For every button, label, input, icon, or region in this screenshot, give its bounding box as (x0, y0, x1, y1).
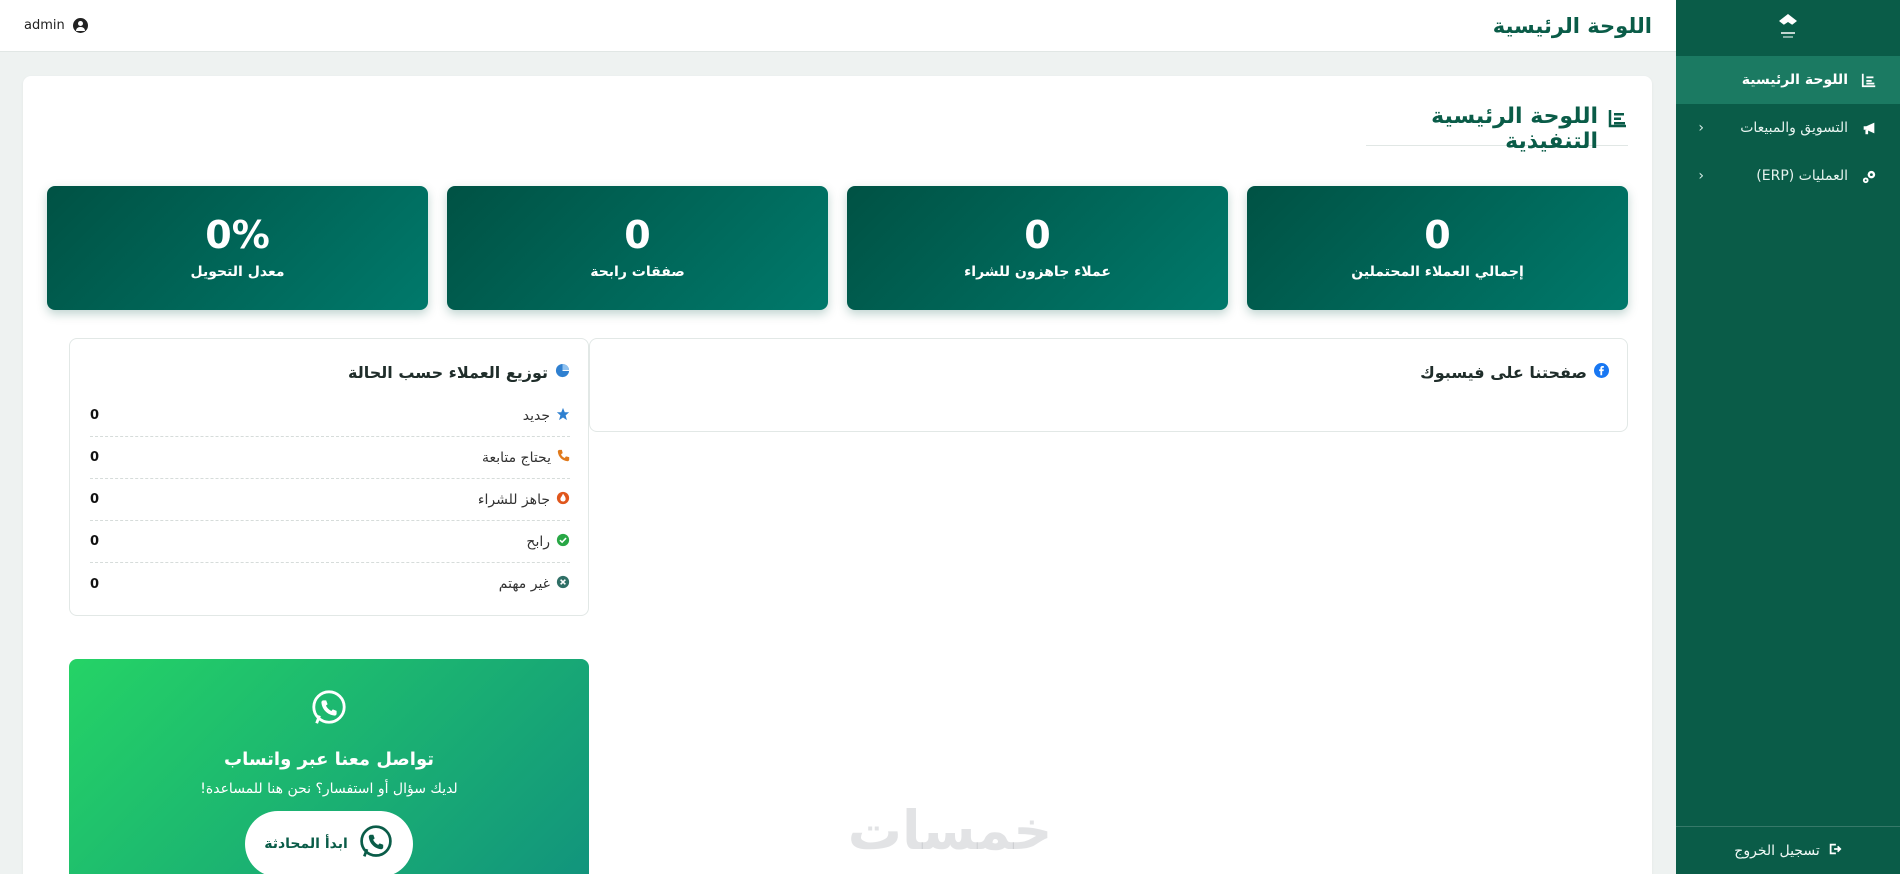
sidebar: اللوحة الرئيسية التسويق والمبيعات ‹ العم… (1676, 0, 1900, 874)
section-title: اللوحة الرئيسية التنفيذية (1431, 104, 1598, 154)
sidebar-item-marketing[interactable]: التسويق والمبيعات ‹ (1676, 104, 1900, 152)
stat-label: إجمالي العملاء المحتملين (1351, 264, 1524, 280)
whatsapp-card: تواصل معنا عبر واتساب لديك سؤال أو استفس… (69, 659, 589, 874)
topbar: اللوحة الرئيسية admin (0, 0, 1676, 52)
section-header: اللوحة الرئيسية التنفيذية (1366, 104, 1628, 154)
facebook-card-title: صفحتنا على فيسبوك (1420, 363, 1609, 382)
stat-card-ready-to-buy: 0 عملاء جاهزون للشراء (847, 186, 1228, 310)
stat-label: معدل التحويل (190, 264, 285, 280)
fire-icon (556, 491, 570, 509)
username: admin (24, 18, 65, 33)
stat-card-conversion-rate: 0% معدل التحويل (47, 186, 428, 310)
logout-button[interactable]: تسجيل الخروج (1676, 826, 1900, 874)
stat-card-won-deals: 0 صفقات رابحة (447, 186, 828, 310)
star-icon (556, 407, 570, 425)
status-count: 0 (90, 576, 100, 592)
stat-value: 0 (624, 213, 651, 257)
whatsapp-icon (358, 824, 394, 864)
check-circle-icon (556, 533, 570, 551)
logout-label: تسجيل الخروج (1734, 842, 1820, 859)
user-circle-icon (72, 18, 88, 33)
sidebar-item-label: التسويق والمبيعات (1740, 120, 1848, 136)
status-count: 0 (90, 534, 100, 549)
whatsapp-title: تواصل معنا عبر واتساب (223, 749, 434, 770)
stat-value: 0% (205, 213, 270, 257)
list-item: غير مهتم 0 (90, 563, 570, 605)
chart-icon (1608, 108, 1628, 132)
user-menu[interactable]: admin (24, 18, 88, 33)
distribution-card-title: توزيع العملاء حسب الحالة (348, 363, 570, 382)
stat-label: عملاء جاهزون للشراء (964, 264, 1111, 280)
sidebar-item-label: اللوحة الرئيسية (1741, 72, 1848, 88)
brand-logo[interactable] (1676, 0, 1900, 56)
whatsapp-subtitle: لديك سؤال أو استفسار؟ نحن هنا للمساعدة! (200, 781, 458, 797)
logo-icon (1779, 14, 1797, 38)
whatsapp-icon (310, 689, 348, 731)
start-chat-label: ابدأ المحادثة (264, 836, 348, 852)
stat-value: 0 (1024, 213, 1051, 257)
megaphone-icon (1860, 119, 1878, 137)
distribution-list: جديد 0 يحتاج متابعة 0 جاهز للشراء 0 رابح… (90, 395, 570, 605)
status-distribution-card: توزيع العملاء حسب الحالة جديد 0 يحتاج مت… (69, 338, 589, 616)
main-panel: اللوحة الرئيسية التنفيذية 0 إجمالي العمل… (23, 76, 1652, 874)
list-item: جديد 0 (90, 395, 570, 437)
gears-icon (1860, 167, 1878, 185)
list-item: جاهز للشراء 0 (90, 479, 570, 521)
x-circle-icon (556, 575, 570, 593)
sidebar-item-erp[interactable]: العمليات (ERP) ‹ (1676, 152, 1900, 200)
facebook-icon (1594, 363, 1609, 382)
facebook-card: صفحتنا على فيسبوك (589, 338, 1628, 432)
stat-label: صفقات رابحة (590, 264, 685, 280)
chevron-left-icon: ‹ (1698, 120, 1704, 136)
status-count: 0 (90, 450, 100, 465)
logout-icon (1828, 842, 1842, 860)
list-item: يحتاج متابعة 0 (90, 437, 570, 479)
list-item: رابح 0 (90, 521, 570, 563)
watermark-logo: خمسات (847, 798, 1053, 862)
chart-icon (1860, 71, 1878, 89)
sidebar-item-dashboard[interactable]: اللوحة الرئيسية (1676, 56, 1900, 104)
pie-chart-icon (555, 363, 570, 382)
stat-value: 0 (1424, 213, 1451, 257)
chevron-left-icon: ‹ (1698, 168, 1704, 184)
status-count: 0 (90, 408, 100, 423)
page-title: اللوحة الرئيسية (1492, 13, 1652, 38)
status-count: 0 (90, 492, 100, 507)
start-chat-button[interactable]: ابدأ المحادثة (245, 811, 413, 874)
phone-icon (557, 449, 570, 466)
stat-card-total-leads: 0 إجمالي العملاء المحتملين (1247, 186, 1628, 310)
sidebar-item-label: العمليات (ERP) (1756, 168, 1848, 184)
